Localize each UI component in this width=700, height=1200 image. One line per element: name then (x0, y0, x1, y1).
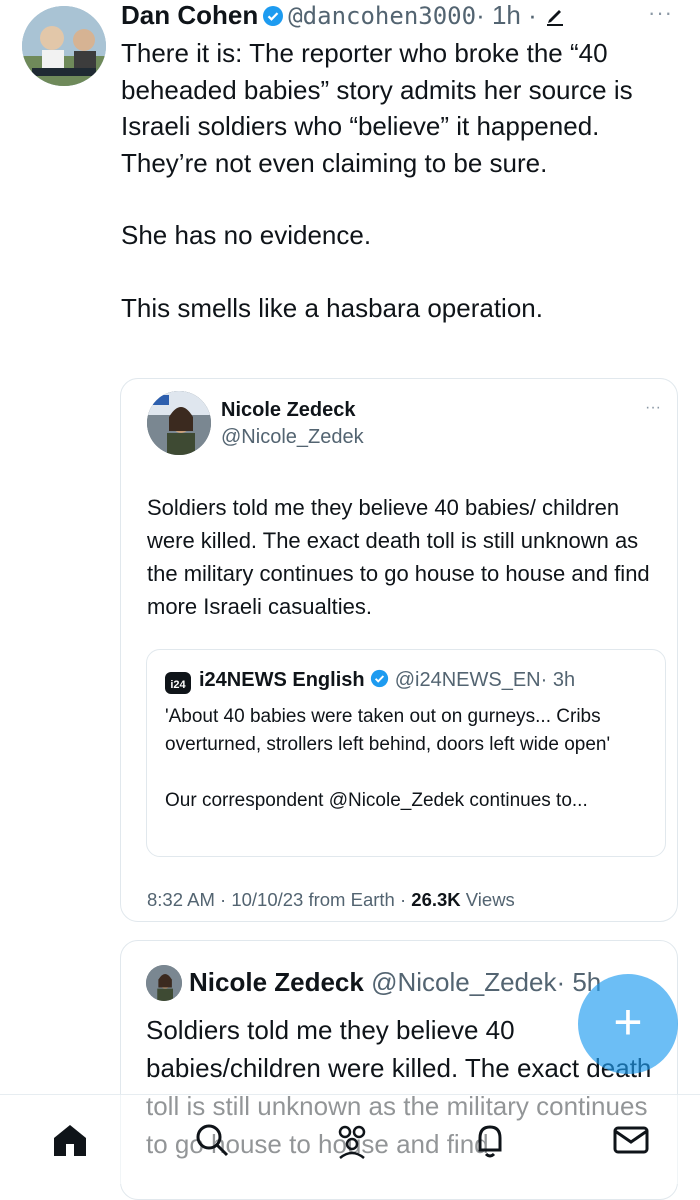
edit-icon (547, 10, 563, 26)
quoted-tweet[interactable]: Nicole Zedeck @Nicole_Zedek ··· Soldiers… (120, 378, 678, 922)
communities-icon[interactable] (332, 1120, 372, 1160)
avatar[interactable] (22, 6, 106, 86)
quoted-author-name[interactable]: Nicole Zedeck (221, 399, 356, 422)
author-handle[interactable]: @dancohen3000 (288, 2, 476, 30)
views-label: Views (465, 889, 515, 910)
i24-logo-icon: i24 (165, 672, 191, 694)
author-name[interactable]: Dan Cohen (121, 0, 258, 30)
messages-icon[interactable] (611, 1120, 651, 1160)
avatar[interactable] (146, 965, 182, 1001)
compose-button[interactable]: + (578, 974, 678, 1074)
home-icon[interactable] (50, 1120, 90, 1160)
nested-tweet-time: · 3h (540, 669, 576, 691)
second-author-name[interactable]: Nicole Zedeck (189, 967, 364, 997)
tweet-paragraph: She has no evidence. (121, 220, 372, 250)
tweet-text: There it is: The reporter who broke the … (121, 35, 681, 326)
nested-quoted-tweet[interactable]: i24 i24NEWS English @i24NEWS_EN· 3h 'Abo… (146, 649, 666, 857)
nested-author-handle[interactable]: @i24NEWS_EN (395, 669, 541, 691)
timestamp: 8:32 AM · 10/10/23 from Earth · (147, 889, 407, 910)
quoted-author-handle[interactable]: @Nicole_Zedek (221, 426, 364, 449)
nested-author-name[interactable]: i24NEWS English (199, 669, 365, 691)
tweet-paragraph: This smells like a hasbara operation. (121, 292, 543, 323)
more-options-icon[interactable]: ··· (648, 0, 673, 26)
bottom-navigation (0, 1094, 700, 1184)
tweet-header: Dan Cohen @dancohen3000· 1h · (121, 0, 566, 30)
quoted-tweet-footer: 8:32 AM · 10/10/23 from Earth · 26.3K Vi… (147, 889, 515, 911)
i24-logo-text: i24 (170, 679, 186, 691)
quoted-tweet-text: Soldiers told me they believe 40 babies/… (147, 495, 650, 619)
second-author-handle[interactable]: @Nicole_Zedek (371, 967, 556, 997)
second-tweet-header: Nicole Zedeck @Nicole_Zedek· 5h (189, 967, 601, 998)
avatar[interactable] (147, 391, 211, 455)
more-options-icon[interactable]: ··· (645, 399, 661, 417)
nested-paragraph: 'About 40 babies were taken out on gurne… (165, 706, 611, 755)
nested-tweet-text: 'About 40 babies were taken out on gurne… (165, 703, 655, 815)
nested-paragraph: Our correspondent @Nicole_Zedek continue… (165, 790, 588, 811)
tweet-paragraph: There it is: The reporter who broke the … (121, 38, 633, 178)
verified-badge-icon (263, 6, 284, 26)
views-count: 26.3K (411, 889, 461, 910)
verified-badge-icon (371, 669, 389, 688)
tweet-time: · 1h · (476, 0, 537, 30)
notifications-icon[interactable] (470, 1120, 510, 1160)
nested-tweet-header: i24NEWS English @i24NEWS_EN· 3h (199, 669, 575, 692)
search-icon[interactable] (192, 1120, 232, 1160)
